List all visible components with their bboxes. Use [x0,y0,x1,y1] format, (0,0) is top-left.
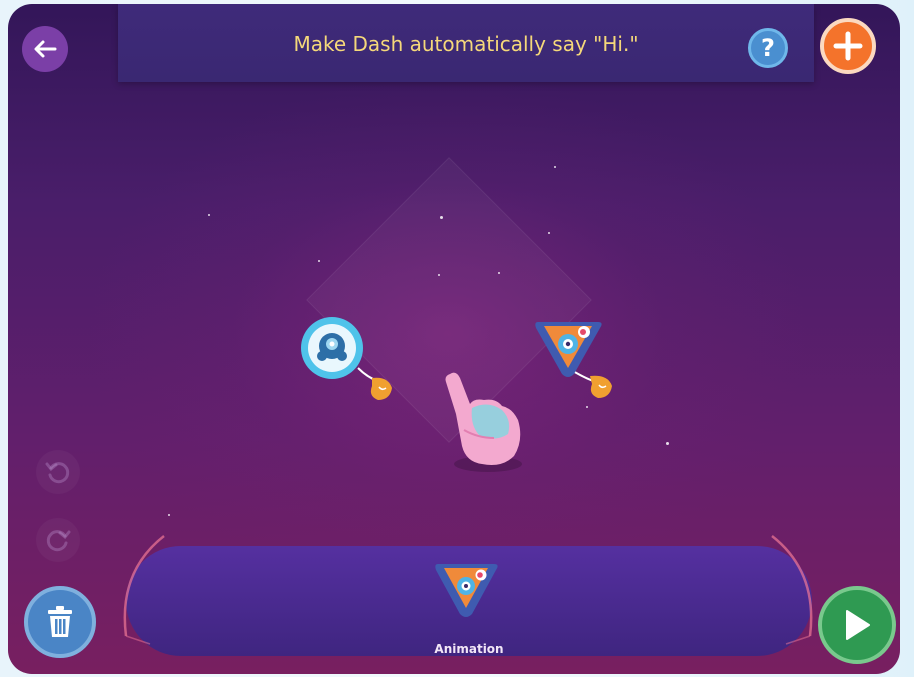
help-button[interactable]: ? [748,28,788,68]
back-button[interactable] [22,26,68,72]
undo-button[interactable] [36,450,80,494]
help-icon: ? [761,34,775,62]
animation-block[interactable] [534,316,634,408]
pointing-hand-icon [445,372,522,472]
star [208,214,210,216]
title-bar: Make Dash automatically say "Hi." [118,4,814,82]
add-block-button[interactable] [820,18,876,74]
block-palette: Animation [126,546,812,656]
plus-icon [833,31,863,61]
palette-item-animation[interactable] [432,560,502,626]
play-icon [846,610,870,640]
redo-icon [46,530,71,552]
palette-item-label: Animation [434,642,504,656]
star [168,514,170,516]
arrow-left-icon [34,40,57,58]
palette-scroll-left-indicator [123,535,165,645]
star [440,216,443,219]
star [318,260,320,262]
trash-icon [48,606,72,637]
start-block[interactable] [300,316,400,406]
star [554,166,556,168]
palette-scroll-right-indicator [771,535,813,645]
page-title: Make Dash automatically say "Hi." [293,32,639,56]
star [666,442,669,445]
undo-icon [45,462,70,484]
play-button[interactable] [818,586,896,664]
star [438,274,440,276]
trash-button[interactable] [24,586,96,658]
star [548,232,550,234]
redo-button[interactable] [36,518,80,562]
app-screen: Make Dash automatically say "Hi." ? Anim… [8,4,900,674]
star [498,272,500,274]
device-frame: Make Dash automatically say "Hi." ? Anim… [0,0,914,677]
